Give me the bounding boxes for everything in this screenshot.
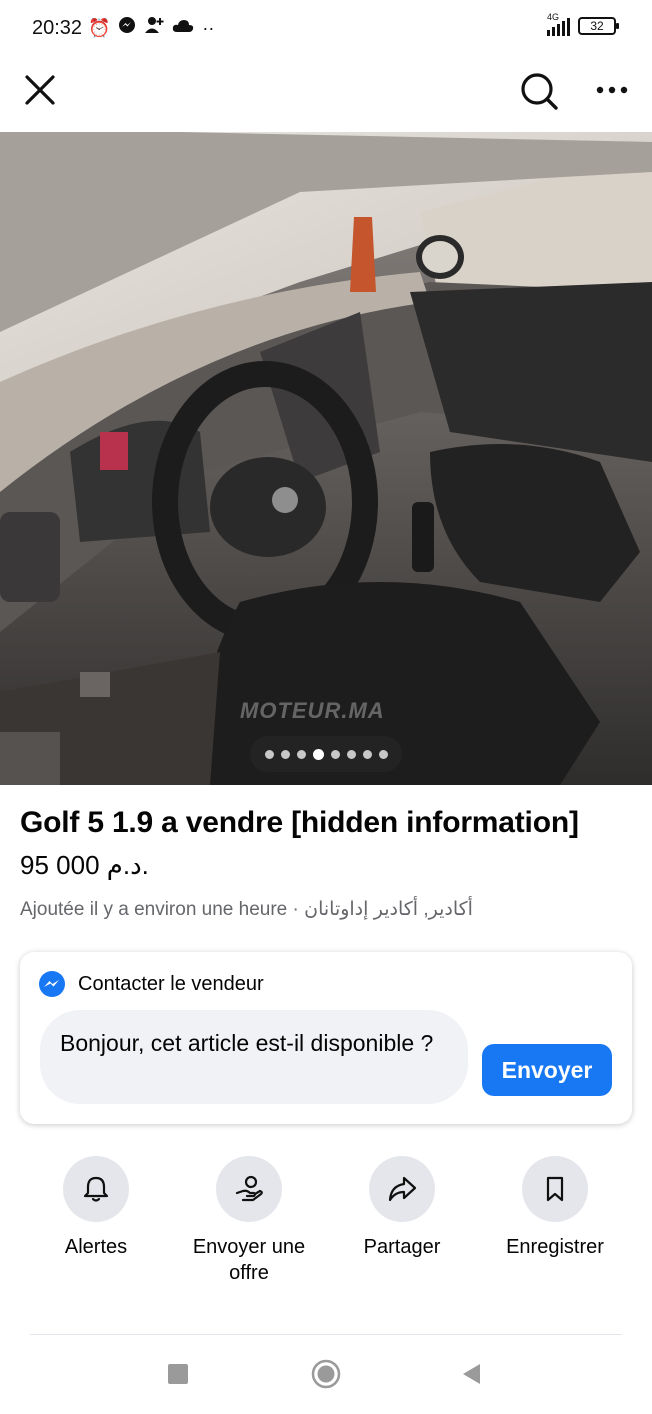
send-offer-button[interactable] [216,1156,282,1222]
bookmark-icon [546,1176,564,1202]
close-icon [25,75,55,105]
divider [30,1334,622,1335]
back-button[interactable] [460,1362,482,1386]
status-system-icons: 4G 32 [547,12,619,36]
top-app-bar [0,58,652,132]
action-row: Alertes Envoyer une offre Partager Enreg… [0,1156,652,1306]
carousel-dot [330,749,340,759]
send-offer-label: Envoyer une offre [192,1236,306,1284]
status-bar: 20:32 ⏰ ·· 4G 32 [0,0,652,58]
save-action[interactable]: Enregistrer [477,1156,633,1260]
network-type: 4G [547,12,560,22]
contact-seller-card: Contacter le vendeur Bonjour, cet articl… [20,952,632,1124]
contact-header: Contacter le vendeur [38,970,264,998]
listing-title: Golf 5 1.9 a vendre [hidden information] [20,806,579,839]
carousel-dot-active [312,748,324,760]
message-input[interactable]: Bonjour, cet article est-il disponible ? [40,1010,468,1104]
alerts-button[interactable] [63,1156,129,1222]
share-action[interactable]: Partager [324,1156,480,1260]
messenger-icon [39,971,65,997]
listing-location[interactable]: أكادير, أكادير إداوتانان [304,899,473,920]
share-icon [388,1176,417,1202]
offer-icon [235,1175,263,1202]
carousel-dot [280,749,290,759]
more-options-button[interactable] [590,72,634,108]
signal-icon: 4G [547,12,570,36]
contact-title: Contacter le vendeur [78,972,264,995]
system-navigation-bar [0,1336,652,1414]
save-label: Enregistrer [506,1236,604,1258]
carousel-indicator [250,736,402,772]
carousel-dot [378,749,388,759]
listing-meta: Ajoutée il y a environ une heure · أكادي… [20,898,620,921]
listing-photo[interactable] [0,132,652,785]
messenger-icon [118,16,136,39]
listing-price: 95 000 د.م. [20,850,149,880]
cloud-icon [172,17,194,39]
bell-icon [83,1176,109,1202]
person-add-icon [144,16,164,39]
alarm-icon: ⏰ [88,17,111,38]
close-button[interactable] [20,70,60,110]
recent-apps-button[interactable] [168,1364,188,1384]
carousel-dot [346,749,356,759]
search-icon [521,73,558,110]
carousel-dot [296,749,306,759]
search-button[interactable] [516,68,562,114]
more-horizontal-icon [596,86,628,94]
carousel-dot [264,749,274,759]
battery-icon: 32 [578,17,619,35]
status-time: 20:32 [32,17,83,39]
save-button[interactable] [522,1156,588,1222]
send-offer-action[interactable]: Envoyer une offre [171,1156,327,1286]
carousel-dot [362,749,372,759]
home-button[interactable] [311,1359,341,1389]
listing-added-time: Ajoutée il y a environ une heure · [20,899,305,920]
share-label: Partager [363,1236,441,1258]
status-notification-icons: ⏰ ·· [88,16,214,39]
send-button[interactable]: Envoyer [482,1044,612,1096]
alerts-action[interactable]: Alertes [18,1156,174,1260]
share-button[interactable] [369,1156,435,1222]
more-dots-icon: ·· [202,17,215,38]
car-interior-image [0,132,652,785]
alerts-label: Alertes [64,1236,128,1258]
watermark-logo: MOTEUR.MA [240,698,385,723]
